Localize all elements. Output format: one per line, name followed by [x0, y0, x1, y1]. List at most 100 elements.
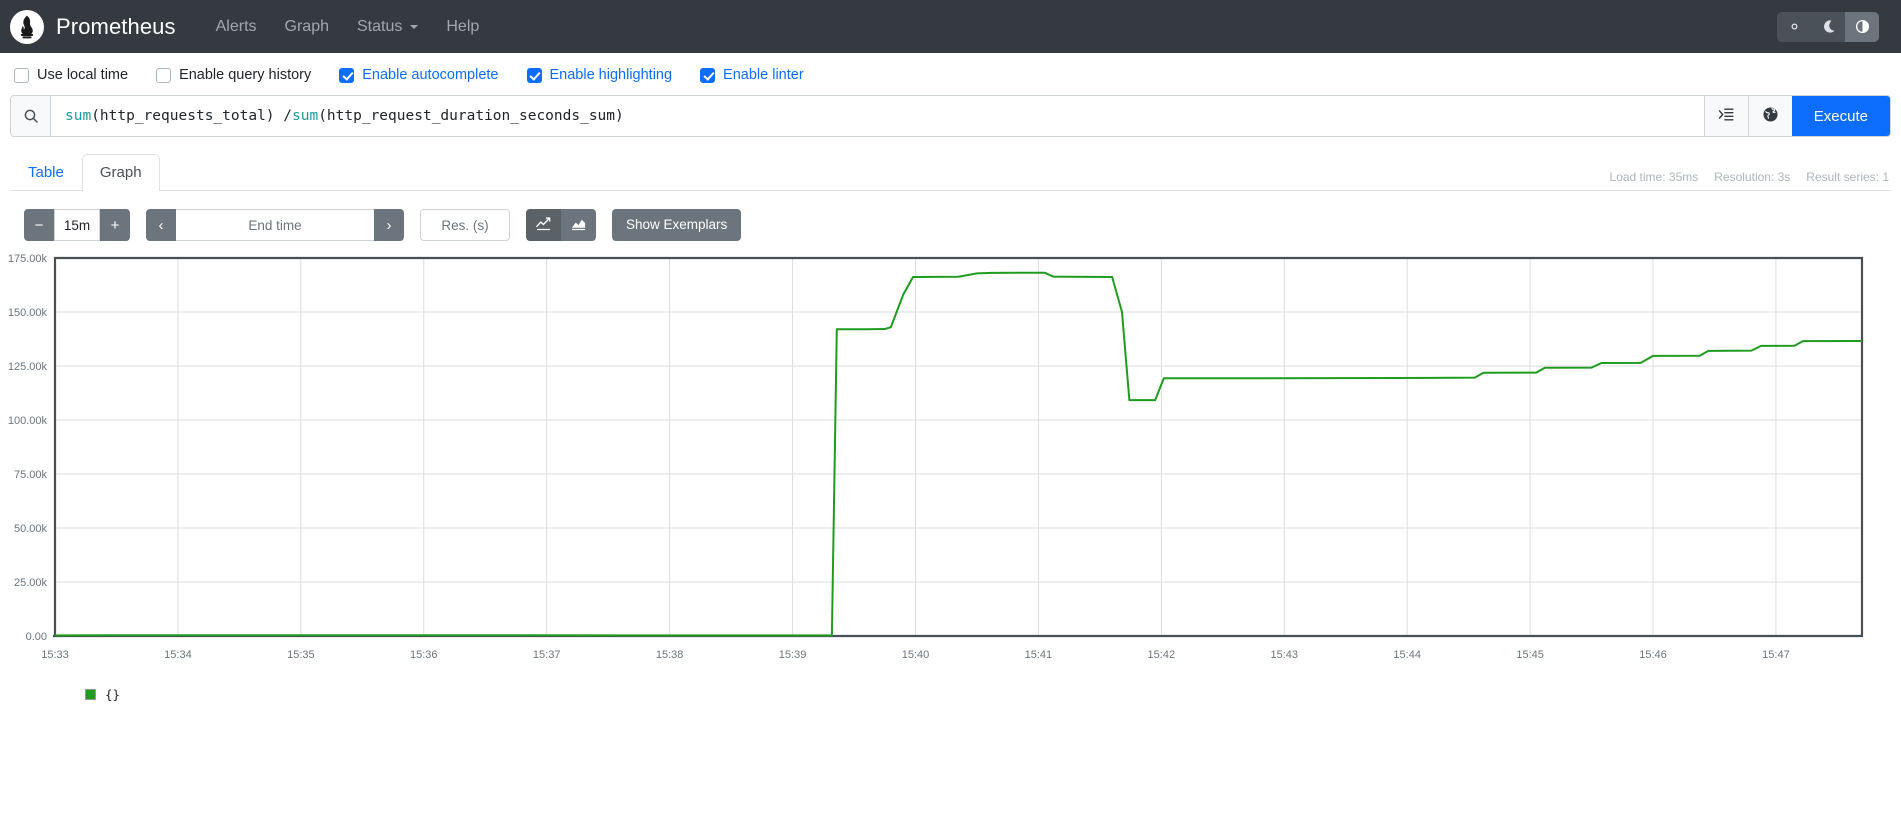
- svg-text:150.00k: 150.00k: [8, 307, 48, 319]
- query-token-op-1: (http_requests_total) /: [91, 108, 292, 124]
- previous-time-button[interactable]: ‹: [146, 209, 176, 241]
- metrics-explorer-button[interactable]: [1703, 96, 1748, 136]
- svg-text:15:44: 15:44: [1393, 649, 1421, 661]
- svg-text:15:42: 15:42: [1148, 649, 1176, 661]
- stat-resolution: Resolution: 3s: [1714, 170, 1791, 184]
- gear-icon-button[interactable]: [1777, 11, 1811, 42]
- metrics-explorer-icon: [1718, 106, 1735, 126]
- half-circle-icon: [1855, 19, 1870, 34]
- nav-link-alerts-label: Alerts: [215, 17, 257, 35]
- checkbox-enable-autocomplete[interactable]: Enable autocomplete: [339, 67, 499, 83]
- nav-link-help-label: Help: [446, 17, 480, 35]
- next-time-button[interactable]: ›: [374, 209, 404, 241]
- query-stats: Load time: 35ms Resolution: 3s Result se…: [1610, 170, 1889, 184]
- gear-icon: [1787, 19, 1802, 34]
- svg-text:50.00k: 50.00k: [14, 523, 48, 535]
- svg-text:15:45: 15:45: [1516, 649, 1544, 661]
- brand[interactable]: Prometheus: [10, 9, 176, 44]
- svg-text:15:36: 15:36: [410, 649, 438, 661]
- use-local-time-checkbox[interactable]: [14, 67, 29, 83]
- nav-link-status[interactable]: Status: [343, 10, 432, 44]
- legend-color-swatch: [85, 689, 96, 700]
- stat-result-series: Result series: 1: [1806, 170, 1889, 184]
- stat-load-time: Load time: 35ms: [1609, 170, 1699, 184]
- checkbox-enable-highlighting[interactable]: Enable highlighting: [526, 67, 673, 83]
- svg-text:75.00k: 75.00k: [14, 469, 48, 481]
- tab-table[interactable]: Table: [10, 154, 82, 191]
- chevron-down-icon: [410, 24, 419, 29]
- result-tabs: Table Graph Load time: 35ms Resolution: …: [10, 153, 1891, 191]
- query-token-fn-2: sum: [292, 108, 319, 124]
- enable-autocomplete-checkbox[interactable]: [339, 67, 355, 83]
- svg-text:15:40: 15:40: [902, 649, 930, 661]
- globe-icon: [1762, 106, 1779, 126]
- end-time-input[interactable]: End time: [176, 209, 374, 241]
- execute-button[interactable]: Execute: [1791, 96, 1890, 136]
- nav-link-graph[interactable]: Graph: [271, 10, 343, 44]
- increase-range-button[interactable]: +: [100, 209, 130, 241]
- globe-button[interactable]: [1747, 96, 1792, 136]
- nav-links: Alerts Graph Status Help: [202, 10, 494, 44]
- nav-link-help[interactable]: Help: [432, 10, 493, 44]
- chart-type-toggle: [526, 209, 596, 241]
- line-chart-button[interactable]: [526, 209, 561, 241]
- enable-autocomplete-label: Enable autocomplete: [362, 67, 499, 83]
- svg-text:15:41: 15:41: [1025, 649, 1053, 661]
- line-chart-icon: [536, 216, 551, 234]
- stacked-chart-icon: [571, 216, 586, 234]
- enable-highlighting-checkbox[interactable]: [526, 67, 542, 83]
- svg-text:0.00: 0.00: [26, 631, 47, 643]
- checkbox-enable-query-history[interactable]: Enable query history: [156, 67, 311, 83]
- range-input[interactable]: 15m: [54, 209, 100, 241]
- svg-text:125.00k: 125.00k: [8, 361, 48, 373]
- svg-text:15:47: 15:47: [1762, 649, 1790, 661]
- enable-highlighting-label: Enable highlighting: [549, 67, 673, 83]
- stacked-chart-button[interactable]: [561, 209, 596, 241]
- end-time-selector: ‹ End time ›: [146, 209, 404, 241]
- enable-linter-label: Enable linter: [723, 67, 804, 83]
- checkbox-use-local-time[interactable]: Use local time: [14, 67, 128, 83]
- enable-query-history-checkbox[interactable]: [156, 67, 172, 83]
- search-icon: [11, 96, 51, 136]
- prometheus-torch-icon: [10, 9, 44, 44]
- query-token-fn-1: sum: [65, 108, 92, 124]
- moon-icon: [1821, 19, 1836, 34]
- decrease-range-button[interactable]: −: [24, 209, 54, 241]
- time-series-chart[interactable]: 0.00 25.00k 50.00k 75.00k 100.00k 125.00k 150.…: [0, 253, 1901, 673]
- moon-icon-button[interactable]: [1811, 11, 1845, 42]
- theme-toggle-group: [1777, 11, 1879, 42]
- query-bar: sum (http_requests_total) / sum (http_requ…: [10, 95, 1891, 137]
- svg-text:15:38: 15:38: [656, 649, 684, 661]
- svg-text:25.00k: 25.00k: [14, 577, 48, 589]
- svg-text:15:37: 15:37: [533, 649, 561, 661]
- nav-link-status-label: Status: [357, 17, 403, 35]
- use-local-time-label: Use local time: [37, 67, 129, 83]
- checkbox-enable-linter[interactable]: Enable linter: [700, 67, 804, 83]
- chart-legend: {}: [0, 673, 1901, 702]
- svg-text:175.00k: 175.00k: [8, 253, 48, 265]
- query-input[interactable]: sum (http_requests_total) / sum (http_requ…: [51, 96, 1704, 136]
- half-circle-icon-button[interactable]: [1845, 11, 1879, 42]
- options-bar: Use local time Enable query history Enab…: [0, 53, 1901, 95]
- svg-text:100.00k: 100.00k: [8, 415, 48, 427]
- graph-controls: − 15m + ‹ End time › Res. (s) Show Exemp…: [0, 191, 1901, 251]
- enable-linter-checkbox[interactable]: [700, 67, 716, 83]
- query-token-op-2: (http_request_duration_seconds_sum): [318, 108, 624, 124]
- navbar: Prometheus Alerts Graph Status Help: [0, 0, 1901, 53]
- nav-link-alerts[interactable]: Alerts: [202, 10, 271, 44]
- nav-link-graph-label: Graph: [284, 17, 329, 35]
- enable-query-history-label: Enable query history: [179, 67, 312, 83]
- tab-graph[interactable]: Graph: [81, 154, 160, 191]
- graph-panel: 0.00 25.00k 50.00k 75.00k 100.00k 125.00k 150.…: [0, 253, 1901, 673]
- legend-item-label[interactable]: {}: [105, 687, 120, 702]
- svg-text:15:33: 15:33: [41, 649, 69, 661]
- svg-text:15:39: 15:39: [779, 649, 807, 661]
- svg-text:15:34: 15:34: [164, 649, 192, 661]
- svg-text:15:35: 15:35: [287, 649, 315, 661]
- brand-name: Prometheus: [56, 13, 176, 39]
- range-selector: − 15m +: [24, 209, 130, 241]
- show-exemplars-button[interactable]: Show Exemplars: [612, 209, 742, 241]
- svg-text:15:46: 15:46: [1639, 649, 1667, 661]
- resolution-input[interactable]: Res. (s): [420, 209, 510, 241]
- svg-text:15:43: 15:43: [1270, 649, 1298, 661]
